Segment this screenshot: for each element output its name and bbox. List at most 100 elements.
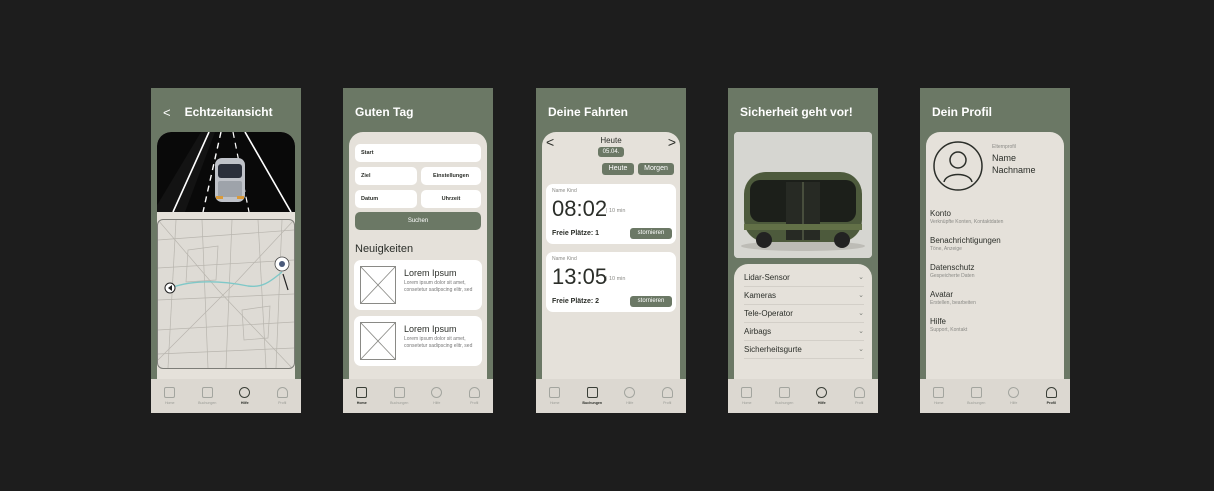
bookings-icon <box>586 387 598 398</box>
home-icon <box>356 387 368 398</box>
child-name: Name Kind <box>552 256 577 262</box>
screen-guten-tag: Guten Tag Start Ziel Einstellungen Datum… <box>343 88 493 413</box>
accordion-item[interactable]: Kameras ⌄ <box>744 286 864 305</box>
menu-benachrichtigungen[interactable]: Benachrichtigungen Töne, Anzeige <box>930 236 1054 252</box>
nav-profil[interactable]: Profil <box>1034 387 1068 405</box>
child-name: Name Kind <box>552 188 577 194</box>
route-map[interactable] <box>157 219 295 369</box>
profile-name: Name <box>992 153 1017 163</box>
accordion-item[interactable]: Tele-Operator ⌄ <box>744 304 864 323</box>
nav-home[interactable]: Home <box>153 387 187 405</box>
person-icon <box>853 387 865 398</box>
person-icon <box>276 387 288 398</box>
accordion-item[interactable]: Airbags ⌄ <box>744 322 864 341</box>
content-card <box>157 132 295 380</box>
nav-profil[interactable]: Profil <box>650 387 684 405</box>
ride-time: 08:02 <box>552 196 608 221</box>
start-input[interactable]: Start <box>355 144 481 162</box>
nav-profil[interactable]: Profil <box>457 387 491 405</box>
chevron-down-icon: ⌄ <box>858 328 864 335</box>
nav-buchungen[interactable]: Buchungen <box>959 387 993 405</box>
nav-hilfe[interactable]: Hilfe <box>420 387 454 405</box>
clock-icon <box>1008 387 1020 398</box>
content-card: Lidar-Sensor ⌄ Kameras ⌄ Tele-Operator ⌄ Ai… <box>734 264 872 380</box>
nav-home[interactable]: Home <box>922 387 956 405</box>
news-card[interactable]: Lorem Ipsum Lorem ipsum dolor sit amet, … <box>354 316 482 366</box>
ride-time: 13:05 <box>552 264 608 289</box>
chevron-down-icon: ⌄ <box>858 292 864 299</box>
header: Sicherheit geht vor! <box>728 88 878 136</box>
nav-profil[interactable]: Profil <box>842 387 876 405</box>
cancel-button[interactable]: stornieren <box>630 296 672 307</box>
header: Deine Fahrten <box>536 88 686 136</box>
road-camera-icon <box>157 132 292 212</box>
uhrzeit-input[interactable]: Uhrzeit <box>421 190 481 208</box>
nav-buchungen[interactable]: Buchungen <box>382 387 416 405</box>
chevron-down-icon: ⌄ <box>858 310 864 317</box>
search-button[interactable]: Suchen <box>355 212 481 230</box>
nav-hilfe[interactable]: Hilfe <box>228 387 262 405</box>
bottom-nav: Home Buchungen Hilfe Profil <box>151 379 301 413</box>
ride-card[interactable]: Name Kind 13:05 | 10 min Freie Plätze: 2… <box>546 252 676 312</box>
home-icon <box>164 387 176 398</box>
content-card: Elternprofil Name Nachname Konto Verknüpf… <box>926 132 1064 380</box>
bookings-icon <box>393 387 405 398</box>
nav-buchungen[interactable]: Buchungen <box>767 387 801 405</box>
free-seats: Freie Plätze: 2 <box>552 298 600 305</box>
header: < Echtzeitansicht <box>151 88 301 136</box>
page-title: Echtzeitansicht <box>184 105 273 119</box>
nav-hilfe[interactable]: Hilfe <box>997 387 1031 405</box>
nav-buchungen[interactable]: Buchungen <box>190 387 224 405</box>
page-title: Sicherheit geht vor! <box>740 105 853 119</box>
bottom-nav: Home Buchungen Hilfe Profil <box>728 379 878 413</box>
profile-role: Elternprofil <box>992 144 1016 150</box>
content-card: Start Ziel Einstellungen Datum Uhrzeit S… <box>349 132 487 380</box>
einstellungen-button[interactable]: Einstellungen <box>421 167 481 185</box>
nav-home[interactable]: Home <box>730 387 764 405</box>
news-card[interactable]: Lorem Ipsum Lorem ipsum dolor sit amet, … <box>354 260 482 310</box>
screen-dein-profil: Dein Profil Elternprofil Name Nachname K… <box>920 88 1070 413</box>
nav-hilfe[interactable]: Hilfe <box>613 387 647 405</box>
accordion-item[interactable]: Sicherheitsgurte ⌄ <box>744 340 864 359</box>
bottom-nav: Home Buchungen Hilfe Profil <box>920 379 1070 413</box>
back-chevron-icon[interactable]: < <box>163 105 171 120</box>
map-icon <box>158 220 294 368</box>
avatar[interactable] <box>932 140 984 197</box>
cancel-button[interactable]: stornieren <box>630 228 672 239</box>
home-icon <box>741 387 753 398</box>
nav-home[interactable]: Home <box>538 387 572 405</box>
profile-surname: Nachname <box>992 165 1036 175</box>
accordion-item[interactable]: Lidar-Sensor ⌄ <box>744 268 864 287</box>
bookings-icon <box>778 387 790 398</box>
bookings-icon <box>970 387 982 398</box>
menu-avatar[interactable]: Avatar Erstellen, bearbeiten <box>930 290 1054 306</box>
camera-view <box>157 132 295 212</box>
datum-input[interactable]: Datum <box>355 190 417 208</box>
menu-datenschutz[interactable]: Datenschutz Gespeicherte Daten <box>930 263 1054 279</box>
chevron-down-icon: ⌄ <box>858 274 864 281</box>
news-title: Lorem Ipsum <box>404 324 457 334</box>
menu-hilfe[interactable]: Hilfe Support, Kontakt <box>930 317 1054 333</box>
today-button[interactable]: Heute <box>602 163 634 175</box>
screen-deine-fahrten: Deine Fahrten < > Heute 05.04. Heute Mor… <box>536 88 686 413</box>
clock-icon <box>816 387 828 398</box>
nav-buchungen[interactable]: Buchungen <box>575 387 609 405</box>
news-text: Lorem ipsum dolor sit amet, consetetur s… <box>404 280 473 293</box>
shuttle-bus-icon <box>734 132 872 258</box>
day-label: Heute <box>600 136 622 145</box>
shuttle-image <box>734 132 872 258</box>
news-title: Lorem Ipsum <box>404 268 457 278</box>
page-title: Dein Profil <box>932 105 993 119</box>
header: Dein Profil <box>920 88 1070 136</box>
ride-card[interactable]: Name Kind 08:02 | 10 min Freie Plätze: 1… <box>546 184 676 244</box>
page-title: Deine Fahrten <box>548 105 629 119</box>
nav-profil[interactable]: Profil <box>265 387 299 405</box>
nav-home[interactable]: Home <box>345 387 379 405</box>
page-title: Guten Tag <box>355 105 414 119</box>
ziel-input[interactable]: Ziel <box>355 167 417 185</box>
image-placeholder-icon <box>360 322 396 360</box>
tomorrow-button[interactable]: Morgen <box>638 163 674 175</box>
menu-konto[interactable]: Konto Verknüpfte Konten, Kontaktdaten <box>930 209 1054 225</box>
content-card: < > Heute 05.04. Heute Morgen Name Kind … <box>542 132 680 380</box>
nav-hilfe[interactable]: Hilfe <box>805 387 839 405</box>
